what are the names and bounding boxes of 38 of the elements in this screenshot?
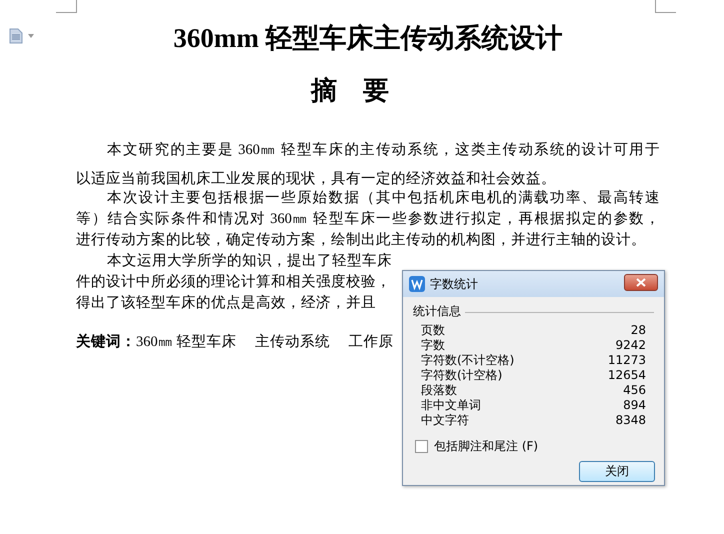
stat-label: 中文字符: [421, 413, 469, 428]
margin-mark: [56, 0, 77, 13]
stat-label: 非中文单词: [421, 398, 481, 413]
paragraph-line: 本文研究的主要是 360㎜ 轻型车床的主传动系统，这类主传动系统的设计可用于: [106, 140, 660, 160]
stat-label: 字符数(计空格): [421, 368, 502, 383]
close-icon: [636, 278, 646, 286]
dialog-title: 字数统计: [430, 276, 479, 292]
paragraph-line: 件的设计中所必须的理论计算和相关强度校验，: [76, 272, 391, 292]
stat-label: 字符数(不计空格): [421, 353, 514, 368]
document-icon[interactable]: [9, 28, 23, 44]
checkbox[interactable]: [415, 440, 428, 453]
checkbox-label[interactable]: 包括脚注和尾注 (F): [434, 438, 538, 455]
caret-icon[interactable]: [28, 34, 34, 38]
keywords-label: 关键词：: [76, 332, 136, 351]
stat-value: 8348: [615, 413, 646, 428]
stat-value: 12654: [608, 368, 646, 383]
stat-value: 456: [623, 383, 646, 398]
section-label: 统计信息: [413, 303, 461, 320]
paragraph-line: 等）结合实际条件和情况对 360㎜ 轻型车床一些参数进行拟定，再根据拟定的参数，: [76, 210, 660, 229]
stat-value: 9242: [615, 338, 646, 353]
paragraph-line: 得出了该轻型车床的优点是高效，经济，并且: [76, 294, 376, 313]
section-heading: 摘 要: [310, 75, 390, 107]
stat-value: 28: [630, 323, 646, 338]
margin-mark: [655, 0, 676, 13]
stat-label: 页数: [421, 323, 445, 338]
paragraph-line: 本次设计主要包括根据一些原始数据（其中包括机床电机的满载功率、最高转速: [106, 188, 660, 208]
paragraph-line: 本文运用大学所学的知识，提出了轻型车床: [106, 252, 392, 271]
stat-label: 字数: [421, 338, 445, 353]
stat-value: 11273: [608, 353, 646, 368]
stat-value: 894: [623, 398, 646, 413]
close-button[interactable]: [624, 274, 658, 290]
keywords-text: 360㎜ 轻型车床 主传动系统 工作原: [136, 332, 394, 351]
document-title: 360mm 轻型车床主传动系统设计: [172, 22, 564, 55]
app-icon: [409, 276, 425, 292]
paragraph-line: 以适应当前我国机床工业发展的现状，具有一定的经济效益和社会效益。: [76, 170, 556, 189]
stat-label: 段落数: [421, 383, 457, 398]
close-button[interactable]: 关闭: [579, 461, 655, 482]
paragraph-line: 进行传动方案的比较，确定传动方案，绘制出此主传动的机构图，并进行主轴的设计。: [76, 230, 646, 250]
